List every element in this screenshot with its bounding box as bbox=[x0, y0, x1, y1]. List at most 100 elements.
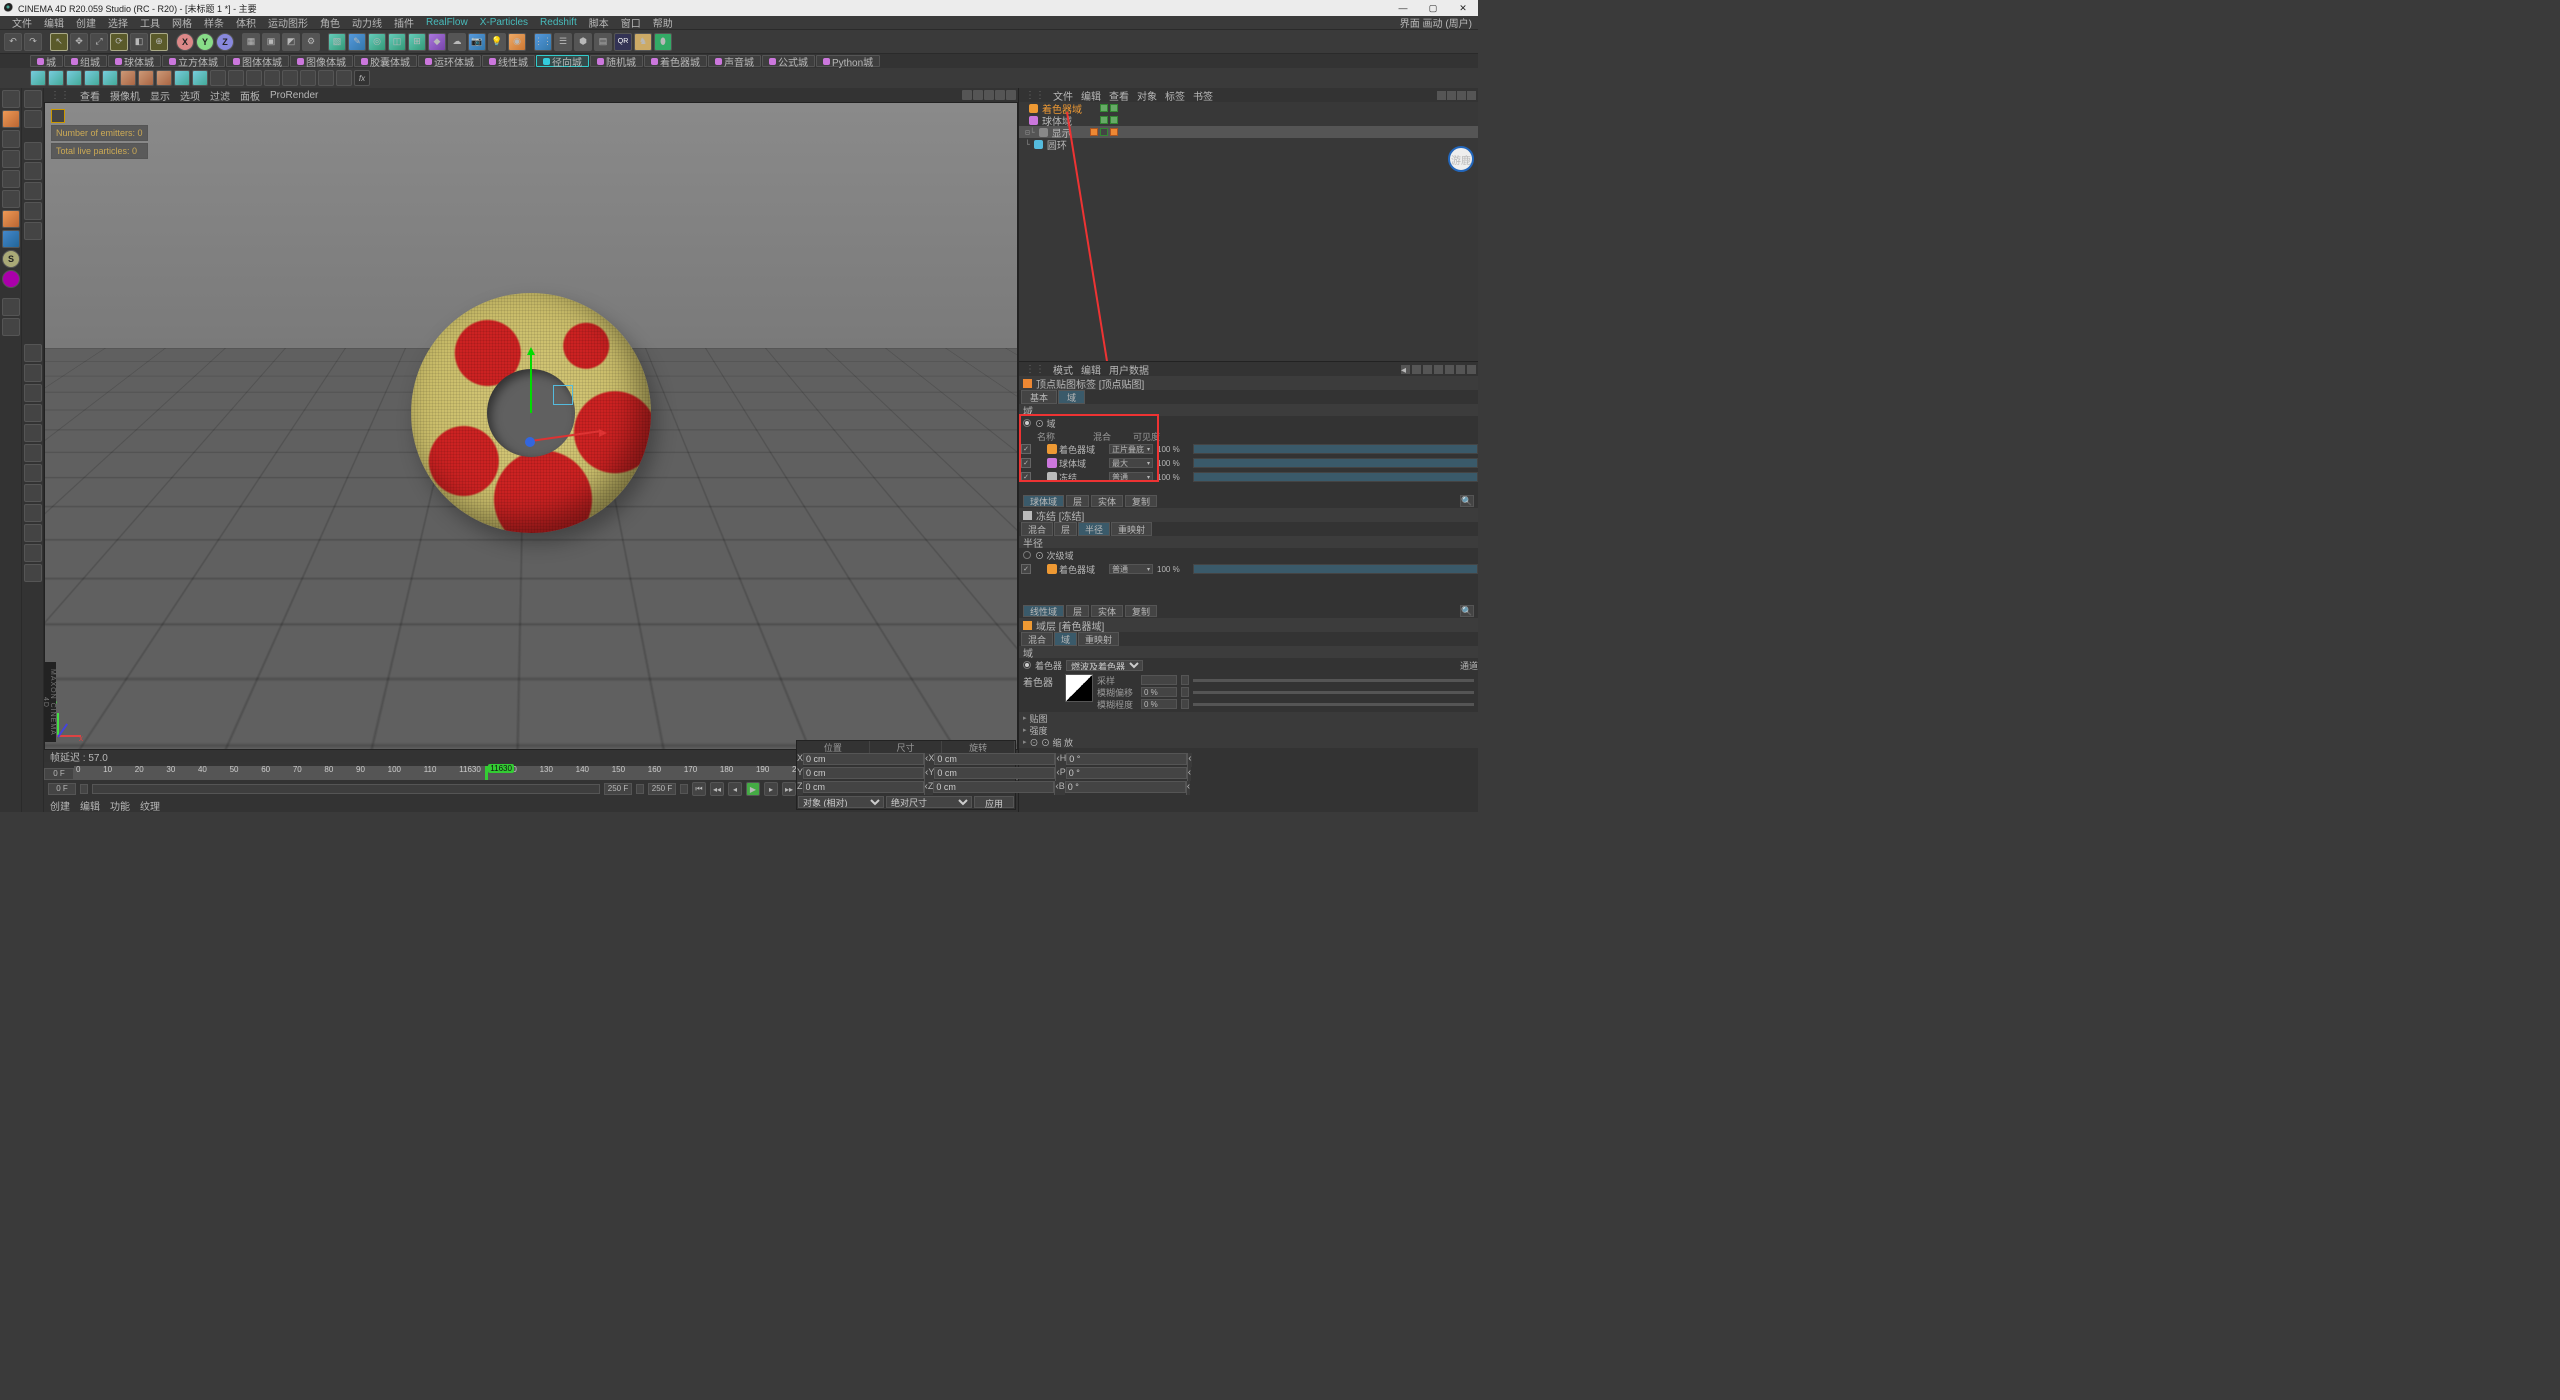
rot-P[interactable] bbox=[1066, 767, 1187, 779]
tool-icon[interactable] bbox=[24, 110, 42, 128]
palette-随机城[interactable]: 随机城 bbox=[590, 55, 643, 67]
play-icon[interactable]: ▶ bbox=[746, 782, 760, 796]
field-row[interactable]: ✓ 着色器域 普通 100 % bbox=[1019, 562, 1478, 576]
palette-立方体城[interactable]: 立方体城 bbox=[162, 55, 225, 67]
subtab-重映射[interactable]: 重映射 bbox=[1078, 632, 1119, 646]
attribute-manager[interactable]: ⋮⋮模式编辑用户数据 ◂ 顶点贴图标签 [顶点贴图] 基本域 域 ⊙ 域 名称 … bbox=[1019, 362, 1478, 812]
size-Y[interactable] bbox=[934, 767, 1055, 779]
search-icon[interactable]: 🔍 bbox=[1460, 495, 1474, 507]
vpmenu-面板[interactable]: 面板 bbox=[240, 88, 260, 103]
menu-工具[interactable]: 工具 bbox=[134, 15, 166, 30]
layerbtn-复制[interactable]: 复制 bbox=[1125, 495, 1157, 507]
attrmenu-模式[interactable]: 模式 bbox=[1053, 362, 1073, 377]
tool-icon[interactable] bbox=[336, 70, 352, 86]
spinner[interactable] bbox=[1181, 699, 1189, 709]
tool-icon[interactable] bbox=[174, 70, 190, 86]
y-axis-toggle[interactable]: Y bbox=[196, 33, 214, 51]
field-row[interactable]: ✓冻结普通100 % bbox=[1019, 470, 1478, 484]
objmenu-对象[interactable]: 对象 bbox=[1137, 88, 1157, 103]
checkbox[interactable]: ✓ bbox=[1021, 564, 1031, 574]
rotate-tool-icon[interactable]: ⟳ bbox=[110, 33, 128, 51]
palette-图像体城[interactable]: 图像体城 bbox=[290, 55, 353, 67]
timeline-slider[interactable] bbox=[92, 784, 600, 794]
tool-icon[interactable] bbox=[24, 444, 42, 462]
magnet-icon[interactable] bbox=[2, 270, 20, 288]
tool-icon[interactable] bbox=[66, 70, 82, 86]
z-axis-toggle[interactable]: Z bbox=[216, 33, 234, 51]
torus-object[interactable] bbox=[411, 293, 651, 533]
tool-icon[interactable] bbox=[210, 70, 226, 86]
palette-球体城[interactable]: 球体城 bbox=[108, 55, 161, 67]
mograph-cloner-icon[interactable]: ⋮⋮ bbox=[534, 33, 552, 51]
coord-mode-dropdown[interactable]: 对象 (相对) bbox=[798, 796, 884, 808]
tool-icon[interactable] bbox=[264, 70, 280, 86]
menu-创建[interactable]: 创建 bbox=[70, 15, 102, 30]
menu-RealFlow[interactable]: RealFlow bbox=[420, 17, 474, 28]
menu-窗口[interactable]: 窗口 bbox=[615, 15, 647, 30]
vpmenu-过滤[interactable]: 过滤 bbox=[210, 88, 230, 103]
point-mode-icon[interactable] bbox=[2, 150, 20, 168]
menu-编辑[interactable]: 编辑 bbox=[38, 15, 70, 30]
tool-icon[interactable] bbox=[24, 504, 42, 522]
simulation-icon[interactable]: ⬢ bbox=[574, 33, 592, 51]
tool-icon[interactable] bbox=[24, 364, 42, 382]
fields-icon[interactable]: ◉ bbox=[508, 33, 526, 51]
tool-icon[interactable] bbox=[30, 70, 46, 86]
viewport-menu[interactable]: ⋮⋮查看摄像机显示选项过滤面板ProRender bbox=[44, 88, 1018, 102]
palette-线性城[interactable]: 线性城 bbox=[482, 55, 535, 67]
preview-end-field[interactable]: 250 F bbox=[648, 783, 676, 795]
prop-value[interactable]: 0 % bbox=[1141, 687, 1177, 697]
tool-icon[interactable] bbox=[24, 162, 42, 180]
object-row[interactable]: 球体域 bbox=[1019, 114, 1478, 126]
primitive-cube-icon[interactable]: ▧ bbox=[328, 33, 346, 51]
timeline-start[interactable]: 0 F bbox=[44, 768, 74, 780]
next-frame-icon[interactable]: ▸ bbox=[764, 782, 778, 796]
menu-样条[interactable]: 样条 bbox=[198, 15, 230, 30]
tri-strength[interactable]: 强度 bbox=[1019, 724, 1478, 736]
opacity-slider[interactable] bbox=[1193, 458, 1478, 468]
tool-icon[interactable] bbox=[282, 70, 298, 86]
deformer-icon[interactable]: ◆ bbox=[428, 33, 446, 51]
blend-dropdown[interactable]: 正片叠底 bbox=[1109, 444, 1153, 454]
spinner[interactable] bbox=[1181, 687, 1189, 697]
subtab-半径[interactable]: 半径 bbox=[1078, 522, 1110, 536]
prop-slider[interactable] bbox=[1193, 679, 1474, 682]
tool-icon[interactable] bbox=[24, 202, 42, 220]
tool-icon[interactable] bbox=[24, 142, 42, 160]
nav-back-icon[interactable]: ◂ bbox=[1401, 365, 1410, 374]
prop-value[interactable]: 0 % bbox=[1141, 699, 1177, 709]
prop-slider[interactable] bbox=[1193, 691, 1474, 694]
tool-icon[interactable] bbox=[102, 70, 118, 86]
vpmenu-ProRender[interactable]: ProRender bbox=[270, 90, 318, 101]
blend-dropdown[interactable]: 普通 bbox=[1109, 564, 1153, 574]
last-tool-icon[interactable]: ◧ bbox=[130, 33, 148, 51]
palette-组城[interactable]: 组城 bbox=[64, 55, 107, 67]
mograph-effector-icon[interactable]: ☰ bbox=[554, 33, 572, 51]
next-key-icon[interactable]: ▸▸ bbox=[782, 782, 796, 796]
object-manager-menu[interactable]: ⋮⋮文件编辑查看对象标签书签 bbox=[1019, 88, 1478, 102]
goto-start-icon[interactable]: ⏮ bbox=[692, 782, 706, 796]
pos-Y[interactable] bbox=[803, 767, 924, 779]
tool-icon[interactable] bbox=[24, 384, 42, 402]
render-settings-icon[interactable]: ⚙ bbox=[302, 33, 320, 51]
edge-mode-icon[interactable] bbox=[2, 170, 20, 188]
tool-icon[interactable] bbox=[300, 70, 316, 86]
tool-icon[interactable] bbox=[24, 222, 42, 240]
matmenu-纹理[interactable]: 纹理 bbox=[140, 798, 160, 813]
tab-域[interactable]: 域 bbox=[1058, 390, 1085, 404]
matmenu-功能[interactable]: 功能 bbox=[110, 798, 130, 813]
attrmenu-编辑[interactable]: 编辑 bbox=[1081, 362, 1101, 377]
menu-脚本[interactable]: 脚本 bbox=[583, 15, 615, 30]
palette-胶囊体城[interactable]: 胶囊体城 bbox=[354, 55, 417, 67]
secondary-toolbar[interactable]: fx bbox=[0, 68, 1478, 88]
workplane-icon[interactable] bbox=[2, 298, 20, 316]
object-mode-icon[interactable] bbox=[2, 130, 20, 148]
menu-文件[interactable]: 文件 bbox=[6, 15, 38, 30]
spline-pen-icon[interactable]: ✎ bbox=[348, 33, 366, 51]
size-mode-dropdown[interactable]: 绝对尺寸 bbox=[886, 796, 972, 808]
frame-spinner[interactable] bbox=[636, 784, 644, 794]
frame-spinner[interactable] bbox=[80, 784, 88, 794]
pos-Z[interactable] bbox=[803, 781, 924, 793]
rot-B[interactable] bbox=[1065, 781, 1186, 793]
tool-icon[interactable] bbox=[120, 70, 136, 86]
